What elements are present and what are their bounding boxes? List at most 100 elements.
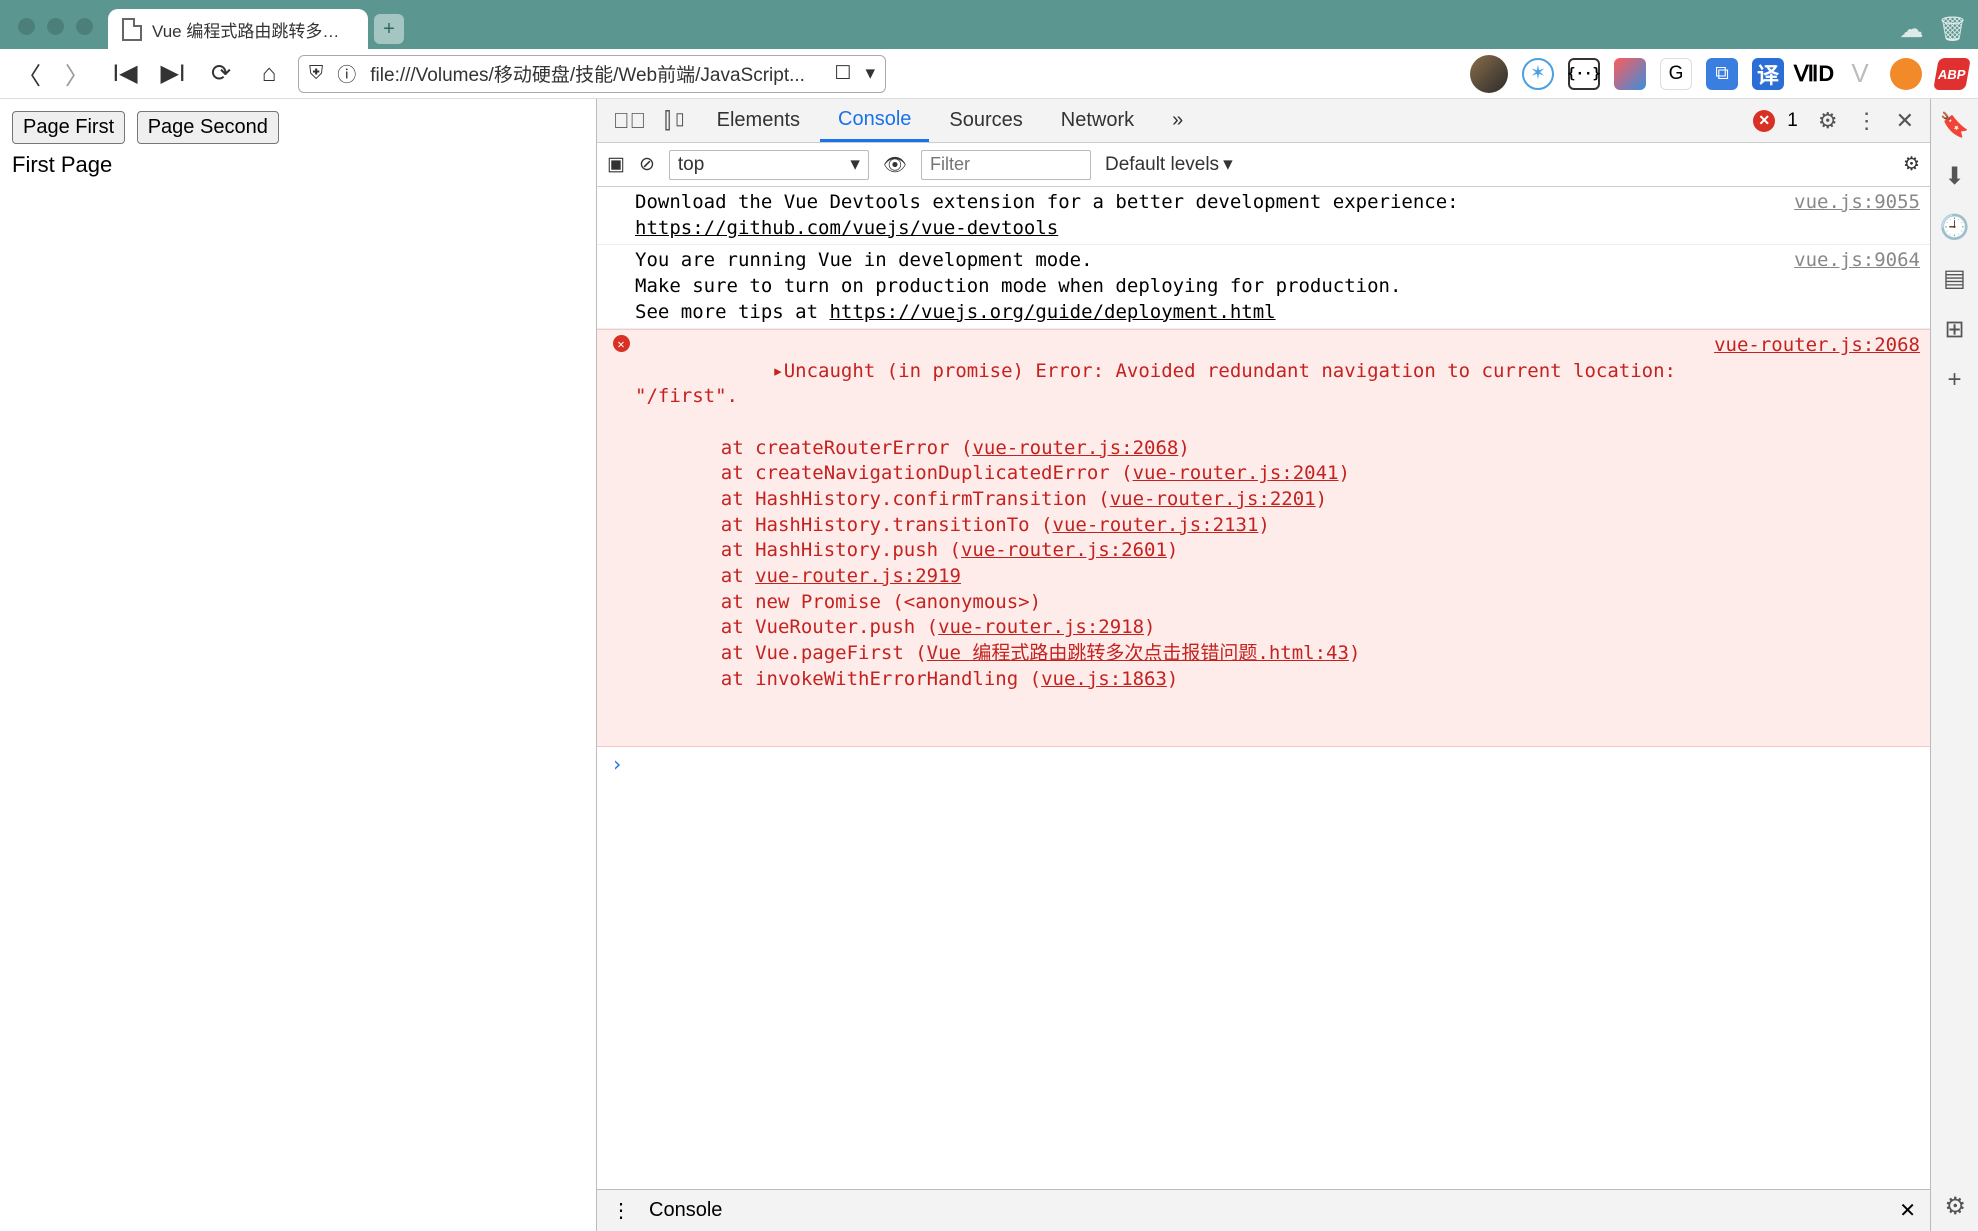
tab-console[interactable]: Console — [820, 99, 929, 142]
stack-frame: at VueRouter.push (vue-router.js:2918) — [635, 615, 1704, 641]
url-text: file:///Volumes/移动硬盘/技能/Web前端/JavaScript… — [370, 60, 820, 87]
notes-icon[interactable]: ▤ — [1943, 264, 1966, 293]
reload-button[interactable]: ⟳ — [202, 55, 240, 93]
stack-link[interactable]: vue-router.js:2201 — [1110, 488, 1316, 510]
stack-link[interactable]: vue-router.js:2068 — [972, 437, 1178, 459]
extension-orange-icon[interactable] — [1890, 58, 1922, 90]
log-source[interactable]: vue.js:9055 — [1784, 190, 1920, 241]
tab-elements[interactable]: Elements — [699, 99, 818, 142]
log-link[interactable]: https://vuejs.org/guide/deployment.html — [829, 301, 1275, 323]
tab-title: Vue 编程式路由跳转多次点 — [152, 17, 350, 42]
add-icon[interactable]: + — [1947, 366, 1961, 394]
stack-frame: at HashHistory.push (vue-router.js:2601) — [635, 538, 1704, 564]
stack-link[interactable]: vue.js:1863 — [1041, 668, 1167, 690]
console-sidebar-toggle-icon[interactable]: ▣ — [607, 153, 625, 176]
stack-link[interactable]: vue-router.js:2131 — [1053, 514, 1259, 536]
home-button[interactable]: ⌂ — [250, 55, 288, 93]
extension-colorful-icon[interactable] — [1614, 58, 1646, 90]
extension-vue-devtools-icon[interactable]: V — [1844, 58, 1876, 90]
tab-more[interactable]: » — [1154, 99, 1201, 142]
extension-translate-icon[interactable]: 译 — [1752, 58, 1784, 90]
first-button[interactable]: I◀ — [106, 55, 144, 93]
info-icon[interactable]: ⓘ — [337, 60, 356, 87]
bookmark-icon[interactable]: 🔖 — [1940, 111, 1970, 140]
stack-link[interactable]: vue-router.js:2041 — [1133, 462, 1339, 484]
log-levels-selector[interactable]: Default levels ▾ — [1105, 153, 1233, 176]
console-prompt[interactable]: › — [597, 747, 1930, 782]
context-selector[interactable]: top ▾ — [669, 150, 869, 180]
last-button[interactable]: ▶I — [154, 55, 192, 93]
error-count[interactable]: 1 — [1777, 110, 1808, 132]
close-drawer-icon[interactable]: ✕ — [1899, 1198, 1916, 1223]
new-tab-button[interactable]: + — [374, 14, 404, 44]
page-second-button[interactable]: Page Second — [137, 111, 279, 144]
stack-frame: at createRouterError (vue-router.js:2068… — [635, 436, 1704, 462]
log-link[interactable]: https://github.com/vuejs/vue-devtools — [635, 217, 1058, 239]
cloud-icon[interactable]: ☁ — [1900, 15, 1924, 44]
console-settings-icon[interactable]: ⚙ — [1903, 153, 1920, 176]
devtools-drawer: ⋮ Console ✕ — [597, 1189, 1930, 1231]
minimize-window[interactable] — [47, 18, 64, 35]
stack-frame: at new Promise (<anonymous>) — [635, 590, 1704, 616]
bookmark-icon[interactable]: ☐ — [834, 62, 851, 85]
expand-arrow-icon[interactable]: ▸ — [772, 360, 783, 382]
trash-icon[interactable]: 🗑 — [1938, 15, 1968, 44]
extension-pinwheel-icon[interactable]: ✶ — [1522, 58, 1554, 90]
error-source[interactable]: vue-router.js:2068 — [1704, 333, 1920, 743]
page-heading: First Page — [12, 152, 584, 178]
close-devtools-icon[interactable]: ✕ — [1888, 108, 1922, 134]
drawer-menu-icon[interactable]: ⋮ — [611, 1198, 631, 1223]
extension-google-translate-icon[interactable]: G — [1660, 58, 1692, 90]
stack-link[interactable]: vue-router.js:2918 — [938, 616, 1144, 638]
window-icon[interactable]: ⊞ — [1944, 315, 1964, 344]
settings-gear-icon[interactable]: ⚙ — [1810, 108, 1846, 134]
stack-link[interactable]: vue-router.js:2919 — [755, 565, 961, 587]
page-content: Page First Page Second First Page — [0, 99, 596, 1231]
console-log-row: You are running Vue in development mode.… — [597, 245, 1930, 329]
more-menu-icon[interactable]: ⋮ — [1848, 108, 1886, 134]
stack-link[interactable]: vue-router.js:2601 — [961, 539, 1167, 561]
stack-frame: at invokeWithErrorHandling (vue.js:1863) — [635, 667, 1704, 693]
error-icon: ✕ — [613, 335, 630, 352]
live-expression-icon[interactable]: 👁 — [883, 153, 907, 177]
browser-tab[interactable]: Vue 编程式路由跳转多次点 — [108, 9, 368, 49]
profile-avatar[interactable] — [1470, 55, 1508, 93]
stack-frame: at createNavigationDuplicatedError (vue-… — [635, 461, 1704, 487]
context-label: top — [678, 154, 704, 176]
shield-icon[interactable]: ⛨ — [309, 63, 323, 85]
stack-frame: at vue-router.js:2919 — [635, 564, 1704, 590]
devtools-tabs: �⃞ ⫿▯ Elements Console Sources Network »… — [597, 99, 1930, 143]
drawer-label[interactable]: Console — [649, 1199, 722, 1222]
back-button[interactable]: 〈 — [10, 55, 48, 93]
window-controls — [18, 18, 93, 35]
chevron-down-icon[interactable]: ▾ — [865, 62, 875, 85]
log-text: Download the Vue Devtools extension for … — [635, 191, 1459, 213]
stack-link[interactable]: Vue 编程式路由跳转多次点击报错问题.html:43 — [927, 642, 1349, 664]
tab-sources[interactable]: Sources — [931, 99, 1040, 142]
page-first-button[interactable]: Page First — [12, 111, 125, 144]
stack-frame: at HashHistory.transitionTo (vue-router.… — [635, 513, 1704, 539]
error-badge-icon[interactable]: ✕ — [1753, 110, 1775, 132]
extension-darkreader-icon[interactable]: ⅦD — [1798, 58, 1830, 90]
clear-console-icon[interactable]: ⊘ — [639, 153, 655, 176]
forward-button[interactable]: 〉 — [58, 55, 96, 93]
devtools-panel: �⃞ ⫿▯ Elements Console Sources Network »… — [596, 99, 1978, 1231]
download-icon[interactable]: ⬇ — [1944, 162, 1964, 191]
close-window[interactable] — [18, 18, 35, 35]
chevron-down-icon: ▾ — [1223, 153, 1233, 176]
extension-abp-icon[interactable]: ABP — [1933, 58, 1971, 90]
tab-network[interactable]: Network — [1043, 99, 1152, 142]
extension-json-icon[interactable]: {··} — [1568, 58, 1600, 90]
history-icon[interactable]: 🕘 — [1940, 213, 1970, 242]
filter-input[interactable] — [921, 150, 1091, 180]
tab-strip: Vue 编程式路由跳转多次点 + ☁ 🗑 — [0, 0, 1978, 49]
log-source[interactable]: vue.js:9064 — [1784, 248, 1920, 325]
device-toolbar-icon[interactable]: ⫿▯ — [656, 108, 697, 134]
maximize-window[interactable] — [76, 18, 93, 35]
extension-popup-icon[interactable]: ⧉ — [1706, 58, 1738, 90]
console-error-row: ✕ ▸Uncaught (in promise) Error: Avoided … — [597, 329, 1930, 747]
levels-label: Default levels — [1105, 154, 1219, 176]
settings-gear-icon[interactable]: ⚙ — [1944, 1192, 1966, 1221]
address-bar[interactable]: ⛨ ⓘ file:///Volumes/移动硬盘/技能/Web前端/JavaSc… — [298, 55, 886, 93]
inspect-element-icon[interactable]: �⃞ — [605, 108, 654, 134]
